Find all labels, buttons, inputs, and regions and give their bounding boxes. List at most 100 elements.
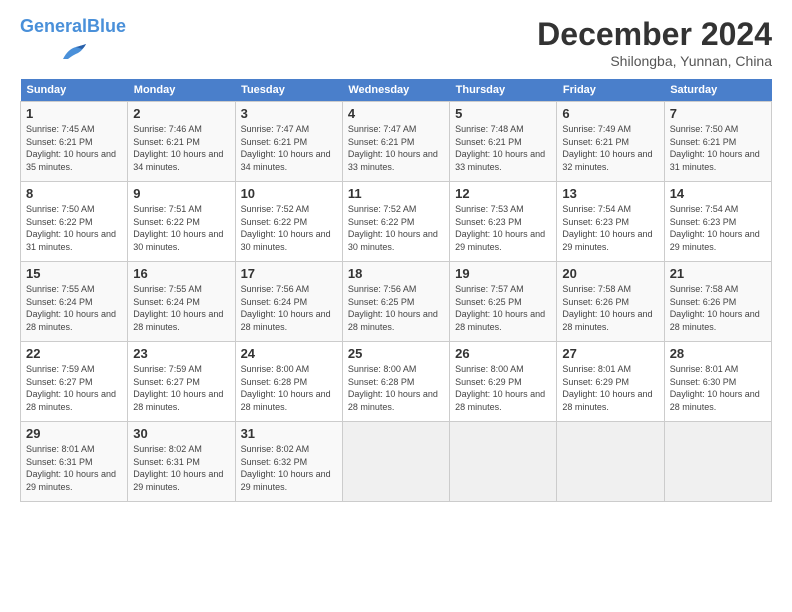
sunset-label: Sunset: 6:26 PM <box>562 297 629 307</box>
calendar-day-cell: 2 Sunrise: 7:46 AM Sunset: 6:21 PM Dayli… <box>128 102 235 182</box>
sunset-label: Sunset: 6:25 PM <box>348 297 415 307</box>
day-number: 12 <box>455 186 551 201</box>
sunrise-label: Sunrise: 7:53 AM <box>455 204 524 214</box>
day-number: 20 <box>562 266 658 281</box>
daylight-label: Daylight: 10 hours and 28 minutes. <box>241 309 331 332</box>
calendar-day-cell: 4 Sunrise: 7:47 AM Sunset: 6:21 PM Dayli… <box>342 102 449 182</box>
day-number: 10 <box>241 186 337 201</box>
sunset-label: Sunset: 6:30 PM <box>670 377 737 387</box>
sunset-label: Sunset: 6:22 PM <box>26 217 93 227</box>
sunrise-label: Sunrise: 7:55 AM <box>26 284 95 294</box>
sunrise-label: Sunrise: 7:52 AM <box>348 204 417 214</box>
day-number: 7 <box>670 106 766 121</box>
day-info: Sunrise: 7:47 AM Sunset: 6:21 PM Dayligh… <box>241 123 337 173</box>
daylight-label: Daylight: 10 hours and 28 minutes. <box>26 389 116 412</box>
day-number: 17 <box>241 266 337 281</box>
day-info: Sunrise: 8:00 AM Sunset: 6:29 PM Dayligh… <box>455 363 551 413</box>
daylight-label: Daylight: 10 hours and 29 minutes. <box>670 229 760 252</box>
daylight-label: Daylight: 10 hours and 29 minutes. <box>26 469 116 492</box>
calendar-day-cell: 12 Sunrise: 7:53 AM Sunset: 6:23 PM Dayl… <box>450 182 557 262</box>
day-info: Sunrise: 7:52 AM Sunset: 6:22 PM Dayligh… <box>348 203 444 253</box>
sunrise-label: Sunrise: 8:00 AM <box>455 364 524 374</box>
sunset-label: Sunset: 6:27 PM <box>133 377 200 387</box>
daylight-label: Daylight: 10 hours and 34 minutes. <box>241 149 331 172</box>
sunset-label: Sunset: 6:22 PM <box>348 217 415 227</box>
calendar-week-row: 8 Sunrise: 7:50 AM Sunset: 6:22 PM Dayli… <box>21 182 772 262</box>
day-info: Sunrise: 7:48 AM Sunset: 6:21 PM Dayligh… <box>455 123 551 173</box>
calendar-day-cell: 24 Sunrise: 8:00 AM Sunset: 6:28 PM Dayl… <box>235 342 342 422</box>
sunrise-label: Sunrise: 8:01 AM <box>26 444 95 454</box>
calendar-table: Sunday Monday Tuesday Wednesday Thursday… <box>20 79 772 502</box>
sunrise-label: Sunrise: 7:58 AM <box>670 284 739 294</box>
sunrise-label: Sunrise: 8:00 AM <box>241 364 310 374</box>
day-info: Sunrise: 7:50 AM Sunset: 6:22 PM Dayligh… <box>26 203 122 253</box>
sunset-label: Sunset: 6:31 PM <box>26 457 93 467</box>
day-number: 9 <box>133 186 229 201</box>
sunrise-label: Sunrise: 8:01 AM <box>670 364 739 374</box>
sunset-label: Sunset: 6:21 PM <box>241 137 308 147</box>
sunrise-label: Sunrise: 7:49 AM <box>562 124 631 134</box>
calendar-day-cell: 17 Sunrise: 7:56 AM Sunset: 6:24 PM Dayl… <box>235 262 342 342</box>
daylight-label: Daylight: 10 hours and 28 minutes. <box>26 309 116 332</box>
day-number: 26 <box>455 346 551 361</box>
col-wednesday: Wednesday <box>342 79 449 102</box>
sunrise-label: Sunrise: 7:51 AM <box>133 204 202 214</box>
sunset-label: Sunset: 6:23 PM <box>455 217 522 227</box>
sunset-label: Sunset: 6:22 PM <box>241 217 308 227</box>
day-number: 31 <box>241 426 337 441</box>
title-block: December 2024 Shilongba, Yunnan, China <box>537 16 772 69</box>
calendar-day-cell: 6 Sunrise: 7:49 AM Sunset: 6:21 PM Dayli… <box>557 102 664 182</box>
day-info: Sunrise: 7:54 AM Sunset: 6:23 PM Dayligh… <box>562 203 658 253</box>
sunrise-label: Sunrise: 7:56 AM <box>348 284 417 294</box>
calendar-week-row: 1 Sunrise: 7:45 AM Sunset: 6:21 PM Dayli… <box>21 102 772 182</box>
logo-text: GeneralBlue <box>20 16 126 37</box>
daylight-label: Daylight: 10 hours and 30 minutes. <box>133 229 223 252</box>
daylight-label: Daylight: 10 hours and 28 minutes. <box>133 389 223 412</box>
day-number: 13 <box>562 186 658 201</box>
day-number: 30 <box>133 426 229 441</box>
sunset-label: Sunset: 6:29 PM <box>455 377 522 387</box>
day-info: Sunrise: 7:45 AM Sunset: 6:21 PM Dayligh… <box>26 123 122 173</box>
calendar-day-cell: 3 Sunrise: 7:47 AM Sunset: 6:21 PM Dayli… <box>235 102 342 182</box>
day-info: Sunrise: 7:55 AM Sunset: 6:24 PM Dayligh… <box>133 283 229 333</box>
day-number: 21 <box>670 266 766 281</box>
day-number: 4 <box>348 106 444 121</box>
day-number: 14 <box>670 186 766 201</box>
calendar-day-cell <box>342 422 449 502</box>
sunset-label: Sunset: 6:21 PM <box>26 137 93 147</box>
col-sunday: Sunday <box>21 79 128 102</box>
daylight-label: Daylight: 10 hours and 28 minutes. <box>348 309 438 332</box>
calendar-day-cell <box>664 422 771 502</box>
day-info: Sunrise: 7:59 AM Sunset: 6:27 PM Dayligh… <box>26 363 122 413</box>
sunset-label: Sunset: 6:23 PM <box>562 217 629 227</box>
calendar-day-cell: 8 Sunrise: 7:50 AM Sunset: 6:22 PM Dayli… <box>21 182 128 262</box>
daylight-label: Daylight: 10 hours and 32 minutes. <box>562 149 652 172</box>
sunset-label: Sunset: 6:24 PM <box>241 297 308 307</box>
daylight-label: Daylight: 10 hours and 30 minutes. <box>241 229 331 252</box>
daylight-label: Daylight: 10 hours and 28 minutes. <box>241 389 331 412</box>
day-info: Sunrise: 7:57 AM Sunset: 6:25 PM Dayligh… <box>455 283 551 333</box>
calendar-day-cell <box>450 422 557 502</box>
sunrise-label: Sunrise: 7:54 AM <box>562 204 631 214</box>
sunset-label: Sunset: 6:24 PM <box>133 297 200 307</box>
calendar-week-row: 15 Sunrise: 7:55 AM Sunset: 6:24 PM Dayl… <box>21 262 772 342</box>
sunrise-label: Sunrise: 7:52 AM <box>241 204 310 214</box>
header: GeneralBlue GeneralBlue December 2024 Sh… <box>20 16 772 69</box>
daylight-label: Daylight: 10 hours and 28 minutes. <box>670 389 760 412</box>
sunset-label: Sunset: 6:22 PM <box>133 217 200 227</box>
sunset-label: Sunset: 6:31 PM <box>133 457 200 467</box>
calendar-week-row: 22 Sunrise: 7:59 AM Sunset: 6:27 PM Dayl… <box>21 342 772 422</box>
month-title: December 2024 <box>537 16 772 53</box>
daylight-label: Daylight: 10 hours and 31 minutes. <box>670 149 760 172</box>
day-info: Sunrise: 7:53 AM Sunset: 6:23 PM Dayligh… <box>455 203 551 253</box>
sunrise-label: Sunrise: 7:59 AM <box>133 364 202 374</box>
calendar-day-cell: 19 Sunrise: 7:57 AM Sunset: 6:25 PM Dayl… <box>450 262 557 342</box>
day-number: 5 <box>455 106 551 121</box>
sunrise-label: Sunrise: 7:48 AM <box>455 124 524 134</box>
sunset-label: Sunset: 6:26 PM <box>670 297 737 307</box>
sunset-label: Sunset: 6:21 PM <box>348 137 415 147</box>
day-number: 6 <box>562 106 658 121</box>
col-friday: Friday <box>557 79 664 102</box>
daylight-label: Daylight: 10 hours and 33 minutes. <box>348 149 438 172</box>
sunrise-label: Sunrise: 7:50 AM <box>26 204 95 214</box>
